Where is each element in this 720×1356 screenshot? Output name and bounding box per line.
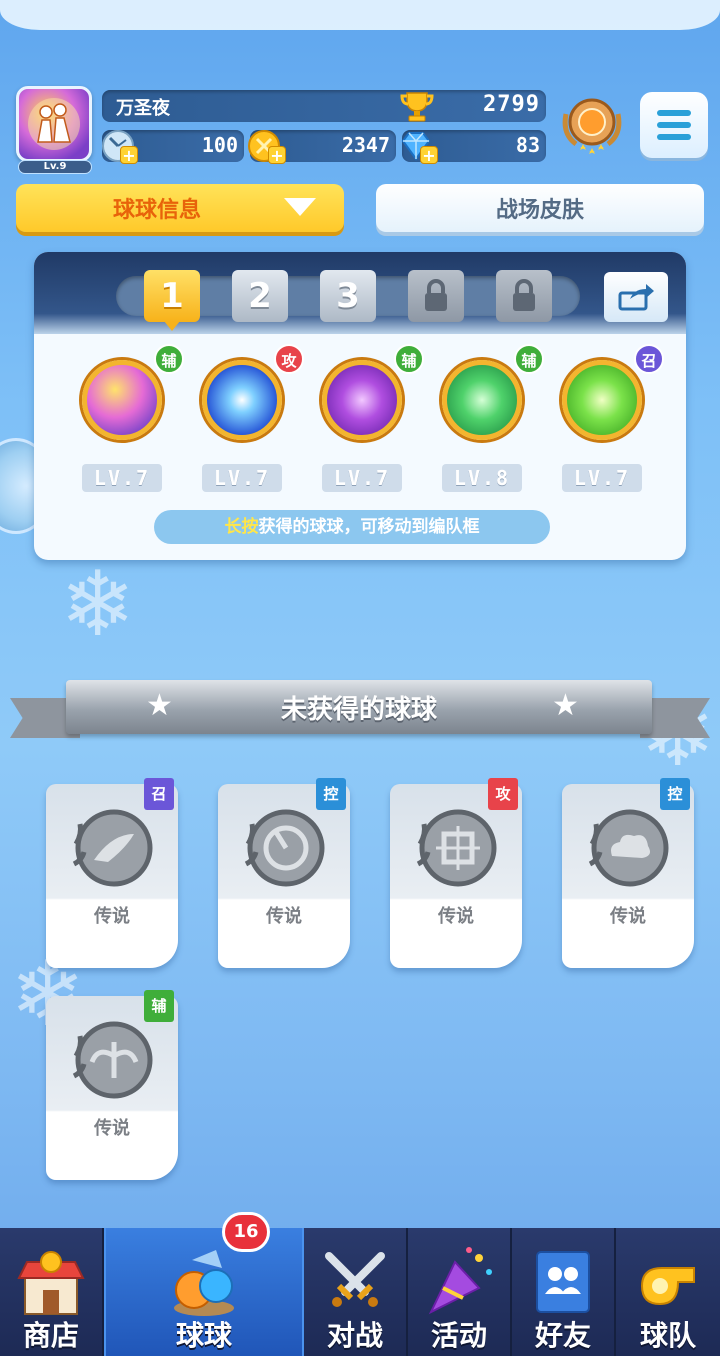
team-ball-4[interactable] xyxy=(432,354,528,450)
locked-ball-card[interactable]: 召 传说 xyxy=(46,778,178,968)
swords-icon xyxy=(325,1252,385,1307)
role-tag-control: 控 xyxy=(660,778,690,810)
add-stamina-button[interactable]: + xyxy=(120,146,138,165)
role-tag-summon: 召 xyxy=(144,778,174,810)
tab-ball-info[interactable]: 球球信息 xyxy=(16,184,344,232)
locked-section-title: 未获得的球球 xyxy=(280,694,437,725)
shop-icon xyxy=(17,1251,85,1315)
nav-balls-badge: 16 xyxy=(222,1212,270,1252)
drag-hint: 长按获得的球球，可移动到编队框 xyxy=(154,510,550,544)
rank-medal-icon[interactable] xyxy=(560,94,624,160)
gems-value: 83 xyxy=(515,133,540,157)
nav-events[interactable]: 活动 xyxy=(408,1228,512,1356)
nav-balls-label: 球球 xyxy=(175,1319,232,1352)
role-tag-attack: 攻 xyxy=(488,778,518,810)
team-panel: 1 2 3 辅 LV.7 攻 LV.7 辅 LV.7 辅 LV.8 召 LV.7… xyxy=(34,252,686,560)
team-ball-5[interactable] xyxy=(552,354,648,450)
nav-friends-label: 好友 xyxy=(534,1319,591,1352)
ball-level: LV.7 xyxy=(562,464,642,492)
nav-team-label: 球队 xyxy=(639,1319,696,1352)
role-tag-control: 控 xyxy=(316,778,346,810)
ball-rainbow-figures-icon xyxy=(82,360,162,440)
ball-level: LV.7 xyxy=(82,464,162,492)
role-tag-support: 辅 xyxy=(394,344,424,374)
snow-border-decoration xyxy=(0,0,720,30)
nav-battle[interactable]: 对战 xyxy=(304,1228,408,1356)
share-button[interactable] xyxy=(604,272,668,322)
share-icon xyxy=(618,284,654,311)
nav-battle-label: 对战 xyxy=(326,1319,383,1352)
role-tag-attack: 攻 xyxy=(274,344,304,374)
lock-icon xyxy=(513,279,535,311)
ball-green-gear-icon xyxy=(562,360,642,440)
locked-ball-phoenix-icon xyxy=(72,1021,153,1099)
chevron-down-icon xyxy=(284,198,316,216)
team-ball-1[interactable] xyxy=(72,354,168,450)
whistle-icon xyxy=(640,1267,695,1306)
locked-ball-target-icon xyxy=(416,809,497,887)
nav-shop[interactable]: 商店 xyxy=(0,1228,104,1356)
star-icon: ★ xyxy=(146,688,173,723)
drag-hint-highlight: 长按 xyxy=(224,517,259,537)
friends-book-icon xyxy=(536,1251,590,1313)
lock-icon xyxy=(425,279,447,311)
add-gems-button[interactable]: + xyxy=(420,146,438,165)
nav-friends[interactable]: 好友 xyxy=(512,1228,616,1356)
stamina-value: 100 xyxy=(201,133,238,157)
nav-shop-label: 商店 xyxy=(22,1319,79,1352)
player-name: 万圣夜 xyxy=(116,98,170,119)
add-coins-button[interactable]: + xyxy=(268,146,286,165)
tab-battle-skins[interactable]: 战场皮肤 xyxy=(376,184,704,232)
team-ball-2[interactable] xyxy=(192,354,288,450)
avatar-figures-icon xyxy=(28,98,80,150)
card-rarity: 传说 xyxy=(94,1118,130,1139)
balls-icon xyxy=(174,1250,234,1316)
nav-balls[interactable]: 球球 xyxy=(104,1228,304,1356)
menu-button[interactable] xyxy=(640,92,708,158)
card-rarity: 传说 xyxy=(94,906,130,927)
ball-blue-swirl-icon xyxy=(202,360,282,440)
party-popper-icon xyxy=(428,1247,492,1315)
card-rarity: 传说 xyxy=(266,906,302,927)
role-tag-support: 辅 xyxy=(144,990,174,1022)
team-slot-locked-4[interactable] xyxy=(408,270,464,322)
team-slot-2[interactable]: 2 xyxy=(232,270,288,322)
ball-level: LV.7 xyxy=(322,464,402,492)
menu-icon xyxy=(657,110,691,116)
player-avatar[interactable] xyxy=(16,86,92,162)
nav-team[interactable]: 球队 xyxy=(616,1228,720,1356)
locked-ball-clock-icon xyxy=(244,809,325,887)
card-rarity: 传说 xyxy=(438,906,474,927)
role-tag-summon: 召 xyxy=(634,344,664,374)
coins-value: 2347 xyxy=(341,133,390,157)
tab-ball-info-label: 球球信息 xyxy=(112,198,201,223)
drag-hint-text: 获得的球球，可移动到编队框 xyxy=(258,517,480,537)
ball-butterfly-icon xyxy=(322,360,402,440)
ball-tree-icon xyxy=(442,360,522,440)
locked-ball-cloud-icon xyxy=(588,809,669,887)
team-ball-3[interactable] xyxy=(312,354,408,450)
locked-ball-card[interactable]: 控 传说 xyxy=(562,778,694,968)
locked-ball-card[interactable]: 辅 传说 xyxy=(46,990,178,1180)
team-slot-1[interactable]: 1 xyxy=(144,270,200,331)
star-icon: ★ xyxy=(552,688,579,723)
card-rarity: 传说 xyxy=(610,906,646,927)
team-slot-3[interactable]: 3 xyxy=(320,270,376,322)
role-tag-support: 辅 xyxy=(514,344,544,374)
trophy-count: 2799 xyxy=(483,92,540,117)
trophy-icon xyxy=(400,92,434,122)
nav-events-label: 活动 xyxy=(430,1319,487,1352)
ball-level: LV.7 xyxy=(202,464,282,492)
locked-ball-whale-icon xyxy=(72,809,153,887)
role-tag-support: 辅 xyxy=(154,344,184,374)
snowflake-decoration: ❄ xyxy=(60,552,136,657)
locked-ball-card[interactable]: 控 传说 xyxy=(218,778,350,968)
tab-battle-skins-label: 战场皮肤 xyxy=(495,198,584,223)
team-slot-locked-5[interactable] xyxy=(496,270,552,322)
player-level-badge: Lv.9 xyxy=(18,160,92,174)
locked-ball-card[interactable]: 攻 传说 xyxy=(390,778,522,968)
ball-level: LV.8 xyxy=(442,464,522,492)
